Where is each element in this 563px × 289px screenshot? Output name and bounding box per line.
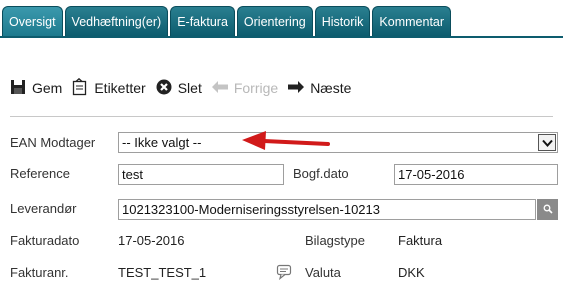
tab-orientering[interactable]: Orientering: [236, 6, 313, 36]
chevron-down-icon: [541, 134, 553, 152]
currency-value: DKK: [398, 265, 425, 280]
previous-button[interactable]: Forrige: [211, 80, 279, 96]
reference-value: test: [122, 167, 143, 182]
ean-select[interactable]: -- Ikke valgt --: [118, 132, 558, 153]
invoice-date-label: Fakturadato: [10, 233, 80, 248]
tab-historik[interactable]: Historik: [314, 6, 371, 36]
ean-dropdown-button[interactable]: [538, 134, 556, 151]
search-icon: [543, 201, 553, 219]
previous-arrow-icon: [211, 80, 228, 96]
bogf-date-input[interactable]: 17-05-2016: [394, 164, 558, 185]
save-label: Gem: [32, 80, 63, 96]
delete-button[interactable]: Slet: [156, 79, 202, 98]
next-label: Næste: [310, 80, 352, 96]
tab-vedhaeftninger[interactable]: Vedhæftning(er): [64, 6, 169, 36]
bogf-date-value: 17-05-2016: [398, 167, 465, 182]
invoice-date-value: 17-05-2016: [118, 233, 185, 248]
tab-bar: Oversigt Vedhæftning(er) E-faktura Orien…: [0, 0, 563, 36]
labels-label: Etiketter: [94, 80, 146, 96]
save-icon: [10, 79, 26, 98]
tab-efaktura[interactable]: E-faktura: [170, 6, 235, 36]
reference-label: Reference: [10, 166, 70, 181]
currency-label: Valuta: [305, 265, 341, 280]
next-button[interactable]: Næste: [288, 80, 351, 96]
comment-icon[interactable]: [276, 264, 292, 285]
toolbar: Gem Etiketter Slet Forrige Næste: [10, 76, 361, 100]
labels-button[interactable]: Etiketter: [72, 77, 146, 99]
labels-icon: [72, 77, 88, 99]
previous-label: Forrige: [233, 80, 279, 96]
ean-label: EAN Modtager: [10, 135, 96, 150]
toolbar-divider: [10, 116, 553, 117]
tab-oversigt[interactable]: Oversigt: [2, 6, 63, 36]
reference-input[interactable]: test: [118, 164, 284, 185]
voucher-type-value: Faktura: [398, 233, 443, 248]
supplier-input[interactable]: 1021323100-Moderniseringsstyrelsen-10213: [118, 199, 536, 220]
voucher-type-label: Bilagstype: [305, 233, 365, 248]
save-button[interactable]: Gem: [10, 79, 62, 98]
invoice-no-value: TEST_TEST_1: [118, 265, 207, 280]
tab-underline: [0, 36, 563, 38]
delete-label: Slet: [177, 80, 202, 96]
supplier-value: 1021323100-Moderniseringsstyrelsen-10213: [122, 202, 381, 217]
bogf-label: Bogf.dato: [293, 166, 349, 181]
supplier-label: Leverandør: [10, 201, 77, 216]
ean-selected-value: -- Ikke valgt --: [122, 135, 202, 150]
invoice-no-label: Fakturanr.: [10, 265, 69, 280]
red-arrow-annotation: [238, 128, 330, 159]
next-arrow-icon: [288, 80, 305, 96]
supplier-search-button[interactable]: [537, 199, 558, 220]
tab-kommentar[interactable]: Kommentar: [372, 6, 452, 36]
delete-icon: [156, 79, 172, 98]
